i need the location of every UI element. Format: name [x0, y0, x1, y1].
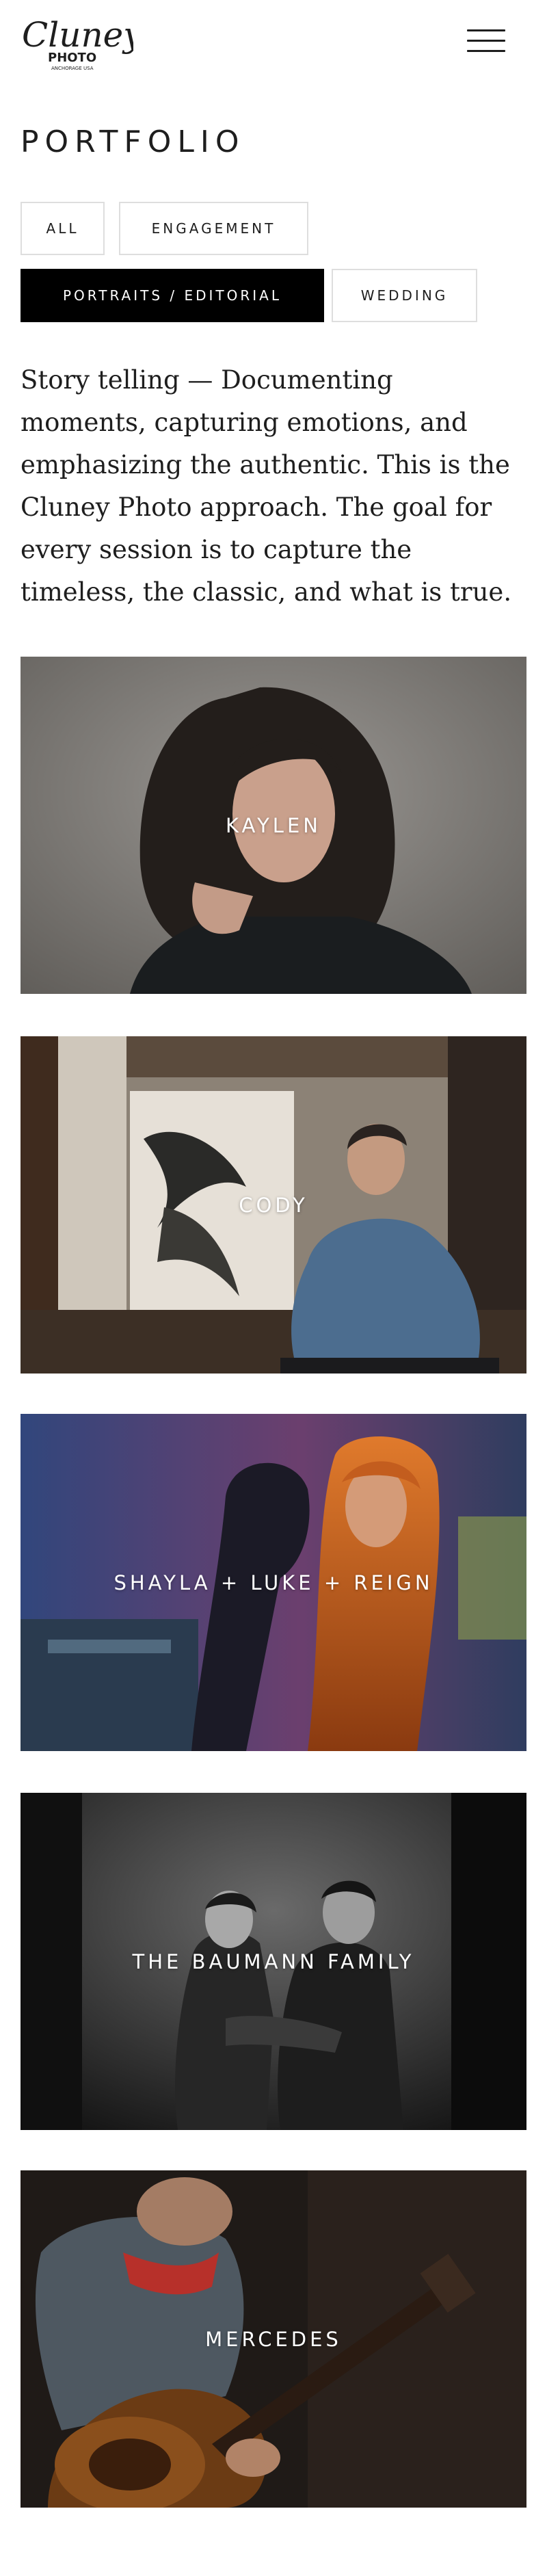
menu-button[interactable]	[464, 27, 509, 55]
filter-engagement[interactable]: ENGAGEMENT	[119, 202, 308, 255]
hamburger-icon	[467, 29, 505, 31]
intro-text: Story telling — Documenting moments, cap…	[21, 365, 512, 607]
filter-all[interactable]: ALL	[21, 202, 105, 255]
logo-script-text: Cluney	[22, 15, 133, 55]
gallery-title: CODY	[239, 1193, 308, 1217]
gallery-card-shayla-luke-reign[interactable]: SHAYLA + LUKE + REIGN	[21, 1414, 526, 1751]
page-title: PORTFOLIO	[21, 124, 245, 159]
gallery-card-kaylen[interactable]: KAYLEN	[21, 657, 526, 994]
gallery-title: MERCEDES	[205, 2327, 342, 2351]
gallery-card-cody[interactable]: CODY	[21, 1036, 526, 1374]
logo[interactable]: Cluney PHOTO ANCHORAGE USA	[21, 7, 133, 75]
gallery-title: THE BAUMANN FAMILY	[132, 1949, 415, 1973]
filter-wedding[interactable]: WEDDING	[332, 269, 477, 322]
gallery-title: SHAYLA + LUKE + REIGN	[114, 1570, 433, 1594]
logo-small-text: ANCHORAGE USA	[51, 66, 94, 71]
filter-portraits-editorial[interactable]: PORTRAITS / EDITORIAL	[21, 269, 324, 322]
site-header: Cluney PHOTO ANCHORAGE USA	[0, 0, 547, 82]
gallery-card-mercedes[interactable]: MERCEDES	[21, 2170, 526, 2508]
gallery-title: KAYLEN	[226, 813, 321, 837]
logo-subtext: PHOTO	[48, 51, 96, 65]
gallery-card-the-baumann-family[interactable]: THE BAUMANN FAMILY	[21, 1793, 526, 2130]
